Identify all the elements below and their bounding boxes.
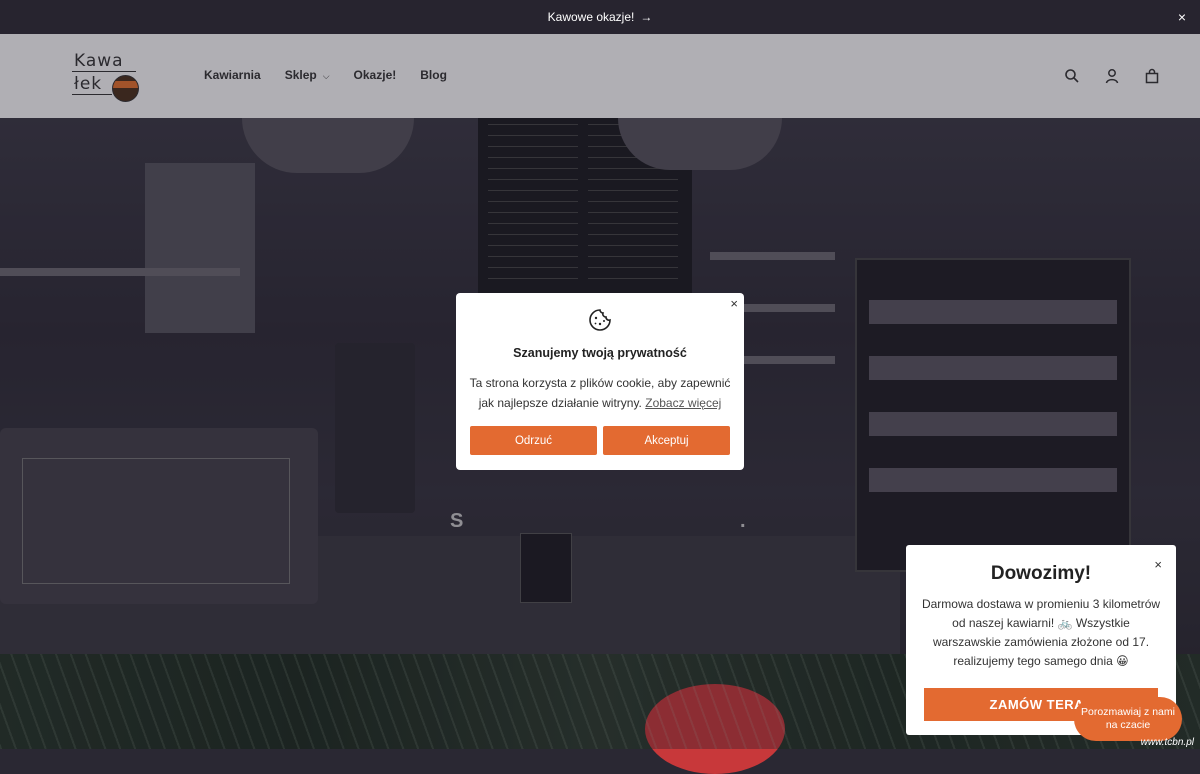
delivery-text: Darmowa dostawa w promieniu 3 kilometrów… xyxy=(921,597,1161,668)
announcement-text[interactable]: Kawowe okazje! xyxy=(548,10,635,24)
cookie-icon xyxy=(588,308,612,332)
cookie-text-block: Ta strona korzysta z plików cookie, aby … xyxy=(466,373,734,413)
delivery-title: Dowozimy! xyxy=(990,563,1092,584)
chat-label: Porozmawiaj z nami na czacie xyxy=(1081,706,1175,731)
watermark: www.tcbn.pl xyxy=(1140,737,1194,748)
announcement-bar[interactable]: Kawowe okazje! → × xyxy=(0,0,1200,34)
cookie-more-link[interactable]: Zobacz więcej xyxy=(645,396,721,410)
close-icon[interactable]: × xyxy=(730,296,738,311)
cookie-title: Szanujemy twoją prywatność xyxy=(513,346,687,360)
cookie-dialog: × Szanujemy twoją prywatność Ta strona k… xyxy=(456,293,744,470)
close-icon[interactable]: × xyxy=(1178,9,1186,25)
accept-button[interactable]: Akceptuj xyxy=(603,426,730,455)
arrow-icon: → xyxy=(640,10,653,24)
reject-button[interactable]: Odrzuć xyxy=(470,426,597,455)
chat-button[interactable]: Porozmawiaj z nami na czacie xyxy=(1074,697,1182,741)
